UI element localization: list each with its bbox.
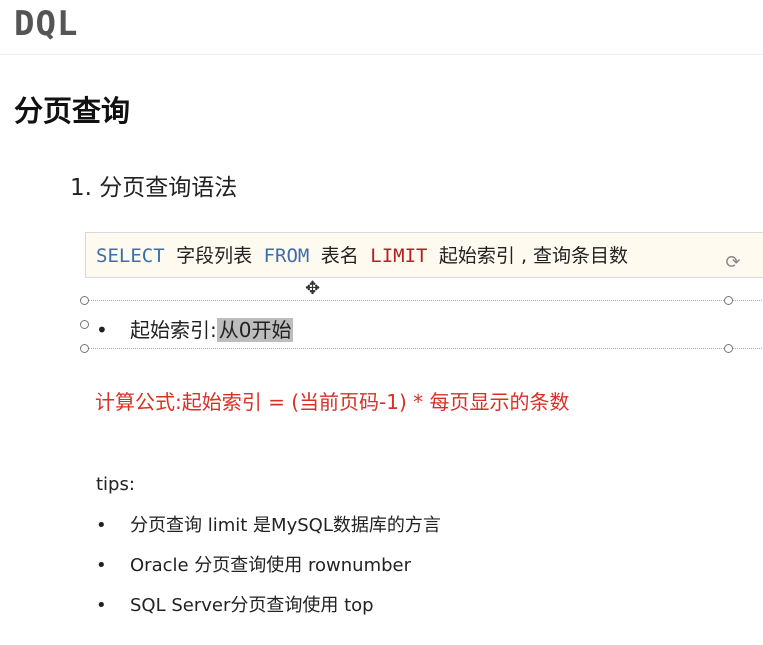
bullet-icon: • [96, 318, 108, 342]
list-item: • 分页查询 limit 是MySQL数据库的方言 [96, 512, 441, 552]
list-item-text: 分页查询 limit 是MySQL数据库的方言 [130, 515, 441, 536]
bullet-icon: • [96, 515, 107, 536]
resize-handle[interactable] [80, 296, 89, 305]
rotate-handle-icon[interactable]: ⟳ [722, 252, 744, 274]
selection-border-bottom [84, 348, 763, 349]
list-item-text: SQL Server分页查询使用 top [130, 595, 374, 616]
highlighted-text: 从0开始 [216, 318, 294, 342]
code-keyword-from: FROM [263, 245, 310, 267]
bullet-start-index[interactable]: • 起始索引: 从0开始 [96, 314, 294, 343]
tips-list: • 分页查询 limit 是MySQL数据库的方言 • Oracle 分页查询使用 … [96, 512, 441, 632]
formula-text: 计算公式:起始索引 = (当前页码-1) * 每页显示的条数 [95, 390, 570, 414]
page-header: DQL [0, 0, 763, 55]
bullet-label: 起始索引: [130, 318, 217, 342]
subheading: 1. 分页查询语法 [70, 175, 238, 201]
page-title: DQL [14, 4, 79, 44]
tips-label: tips: [96, 474, 135, 495]
resize-handle[interactable] [80, 344, 89, 353]
bullet-icon: • [96, 555, 107, 576]
code-keyword-select: SELECT [96, 245, 165, 267]
move-cursor-icon: ✥ [305, 278, 321, 299]
resize-handle[interactable] [724, 296, 733, 305]
code-keyword-limit: LIMIT [370, 245, 428, 267]
list-item: • SQL Server分页查询使用 top [96, 592, 441, 632]
section-title: 分页查询 [14, 94, 131, 128]
list-item-text: Oracle 分页查询使用 rownumber [130, 555, 412, 576]
resize-handle[interactable] [80, 320, 89, 329]
code-block[interactable]: SELECT 字段列表 FROM 表名 LIMIT 起始索引 , 查询条目数 [85, 232, 763, 278]
selection-border-top [84, 300, 763, 301]
bullet-icon: • [96, 595, 107, 616]
list-item: • Oracle 分页查询使用 rownumber [96, 552, 441, 592]
code-text-table: 表名 [320, 245, 359, 267]
code-text-fields: 字段列表 [176, 245, 253, 267]
code-text-args: 起始索引 , 查询条目数 [438, 245, 629, 267]
resize-handle[interactable] [724, 344, 733, 353]
